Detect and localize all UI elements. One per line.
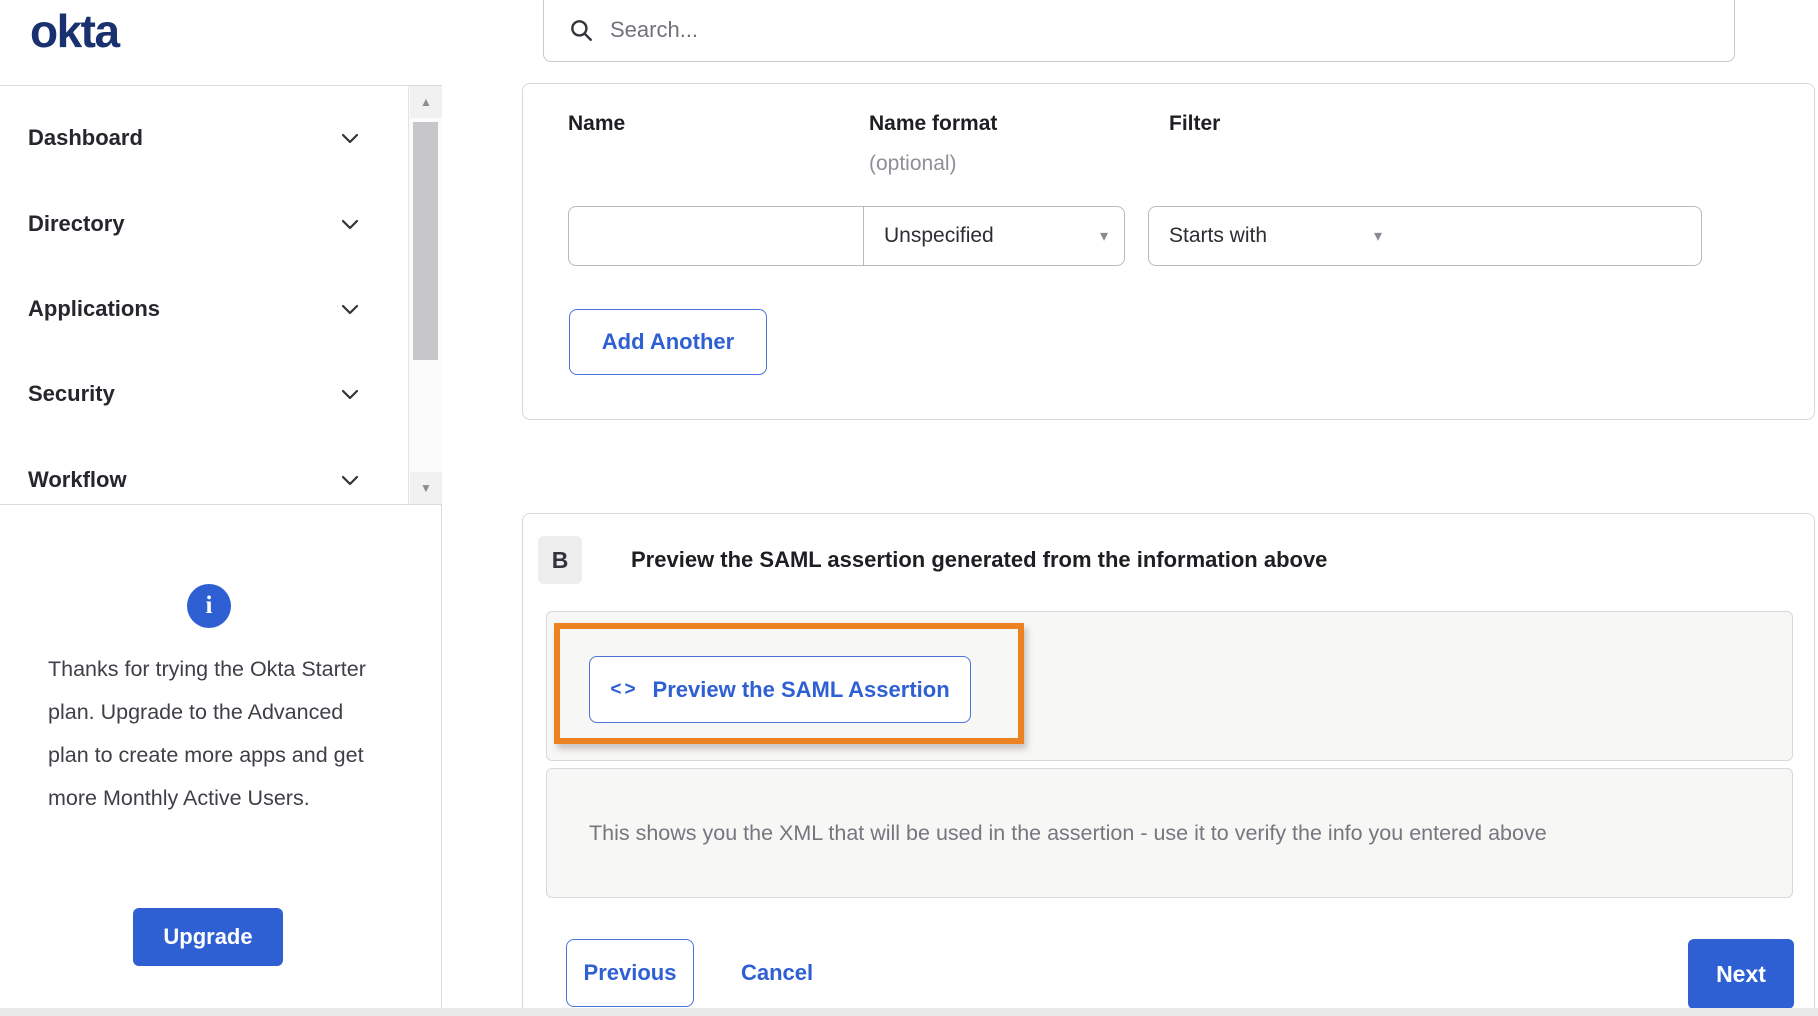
name-column-label: Name (568, 112, 626, 135)
sidebar-item-label: Dashboard (28, 125, 143, 150)
next-button[interactable]: Next (1688, 939, 1794, 1009)
sidebar-item-label: Applications (28, 296, 161, 321)
scrollbar-thumb[interactable] (413, 122, 438, 360)
sidebar-scrollbar[interactable]: ▲ ▼ (408, 86, 442, 504)
preview-description-text: This shows you the XML that will be used… (589, 820, 1547, 845)
chevron-down-icon (341, 133, 359, 144)
sidebar-item-label: Workflow (28, 467, 127, 492)
add-another-button[interactable]: Add Another (569, 309, 767, 375)
dropdown-caret-icon: ▾ (1099, 228, 1108, 245)
sidebar-item-workflow[interactable]: Workflow (0, 452, 404, 508)
chevron-down-icon (341, 389, 359, 400)
sidebar-item-label: Directory (28, 211, 125, 236)
name-format-select[interactable]: Unspecified ▾ (863, 206, 1125, 266)
chevron-down-icon (341, 219, 359, 230)
filter-type-selected-value: Starts with (1169, 224, 1268, 247)
sidebar-item-directory[interactable]: Directory (0, 196, 404, 252)
global-search-inner (544, 0, 1734, 61)
preview-saml-assertion-label: Preview the SAML Assertion (652, 676, 950, 702)
dropdown-caret-icon: ▾ (1373, 228, 1382, 245)
search-input[interactable] (610, 17, 1610, 43)
name-format-optional-hint: (optional) (869, 152, 957, 175)
upgrade-button[interactable]: Upgrade (133, 908, 283, 966)
info-icon: i (187, 584, 231, 628)
step-b-badge: B (538, 536, 582, 584)
chevron-down-icon (341, 304, 359, 315)
filter-column-label: Filter (1169, 112, 1221, 135)
viewport-bottom-edge (0, 1008, 1818, 1016)
sidebar-item-dashboard[interactable]: Dashboard (0, 110, 404, 166)
sidebar-item-security[interactable]: Security (0, 366, 404, 422)
attribute-statement-panel: Name Name format (optional) Filter Unspe… (522, 83, 1815, 420)
name-format-column-label: Name format (869, 112, 998, 135)
global-search (543, 0, 1735, 62)
scroll-up-icon[interactable]: ▲ (410, 86, 442, 118)
preview-description-box: This shows you the XML that will be used… (546, 768, 1793, 898)
filter-value-input[interactable] (1398, 206, 1702, 266)
chevron-down-icon (341, 475, 359, 486)
preview-button-container: <> Preview the SAML Assertion (546, 611, 1793, 761)
plan-notice-text: Thanks for trying the Okta Starter plan.… (48, 657, 366, 810)
cancel-button[interactable]: Cancel (741, 939, 813, 1007)
saml-preview-panel: B Preview the SAML assertion generated f… (522, 513, 1815, 1016)
filter-type-select[interactable]: Starts with ▾ (1148, 206, 1399, 266)
attribute-name-input[interactable] (568, 206, 864, 266)
code-icon: <> (610, 678, 639, 700)
sidebar-item-label: Security (28, 381, 115, 406)
previous-button[interactable]: Previous (566, 939, 694, 1007)
name-format-selected-value: Unspecified (884, 224, 994, 247)
scroll-down-icon[interactable]: ▼ (410, 472, 442, 504)
search-icon (571, 20, 592, 41)
preview-saml-assertion-button[interactable]: <> Preview the SAML Assertion (589, 656, 971, 723)
saml-preview-title: Preview the SAML assertion generated fro… (631, 547, 1328, 572)
sidebar-nav: Dashboard Directory Applications Securit… (0, 85, 442, 505)
okta-admin-screen: okta Dashboard Directory Applications Se… (0, 0, 1818, 1016)
sidebar-item-applications[interactable]: Applications (0, 281, 404, 337)
okta-logo: okta (30, 5, 120, 57)
